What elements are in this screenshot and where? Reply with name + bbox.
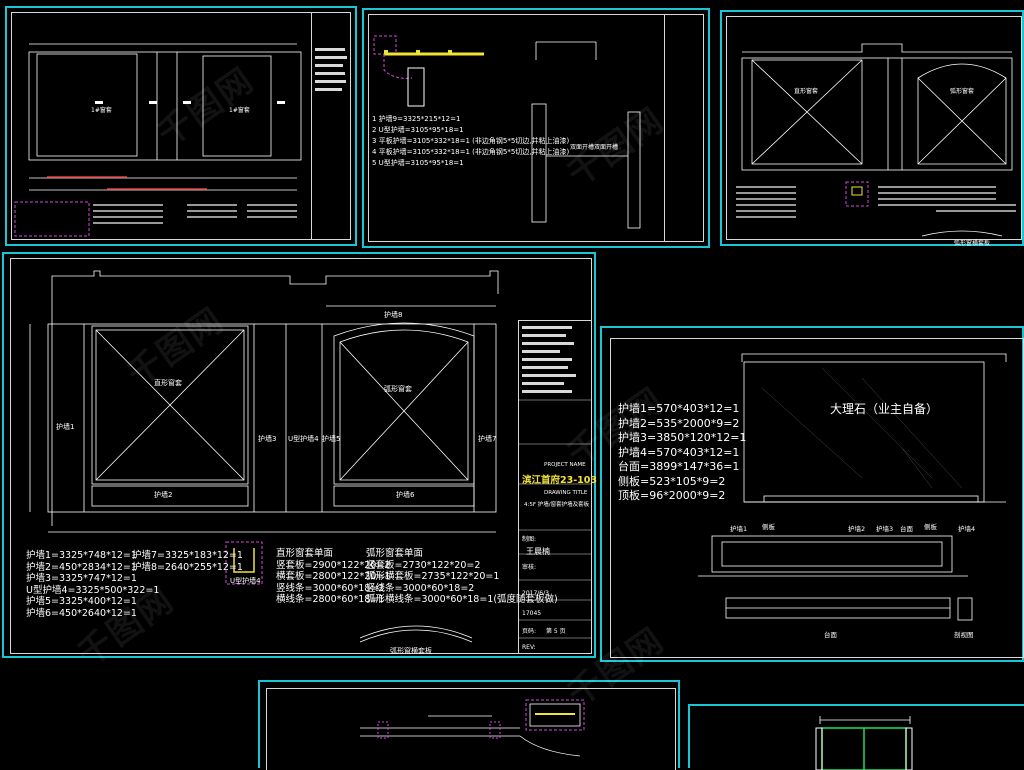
checker-label: 审核: bbox=[522, 564, 537, 571]
parts-list-walls-2: 护墙7=3325*183*12=1 护墙8=2640*255*12=1 bbox=[132, 550, 243, 573]
section-label: 护墙1 bbox=[730, 525, 748, 533]
parts-list-marble: 护墙1=570*403*12=1 护墙2=535*2000*9=2 护墙3=38… bbox=[618, 402, 746, 504]
wall-label: 护墙5 bbox=[322, 435, 341, 443]
section-label: 护墙4 bbox=[958, 525, 976, 533]
project-name-label: PROJECT NAME bbox=[544, 462, 586, 468]
revision-label: REV: bbox=[522, 644, 536, 651]
wall-label: U型护墙4 bbox=[288, 435, 319, 443]
parts-list-item: U型护墙4=3325*500*322=1 bbox=[26, 584, 160, 596]
drawing-code: 17045 bbox=[522, 610, 542, 617]
panel-label: 直形窗套 bbox=[794, 88, 819, 95]
section-label: 护墙2 bbox=[848, 525, 866, 533]
section-label: 双面开槽 bbox=[570, 144, 595, 151]
panel-label-arched: 弧形窗套 bbox=[384, 385, 412, 393]
caption: 弧形窗横套板 bbox=[954, 240, 991, 247]
elevation-drawing bbox=[815, 716, 913, 770]
parts-list-item: 4 平板护墙=3105*332*18=1 (非边角钢5*5切边,并粘上油漆) bbox=[372, 148, 570, 156]
panel-label: 1#窗套 bbox=[229, 107, 250, 114]
section-label: 护墙3 bbox=[876, 525, 894, 533]
wall-label: 护墙3 bbox=[258, 435, 277, 443]
section-label: 侧板 bbox=[762, 523, 775, 531]
parts-list-item: 2 U型护墙=3105*95*18=1 bbox=[372, 126, 464, 134]
drawing-sheet-top-middle[interactable]: 1 护墙9=3325*215*12=1 2 U型护墙=3105*95*18=1 … bbox=[362, 8, 710, 248]
parts-list-item: 护墙7=3325*183*12=1 bbox=[132, 550, 243, 561]
marble-label: 大理石（业主自备） bbox=[830, 402, 939, 416]
parts-list-item: 1 护墙9=3325*215*12=1 bbox=[372, 115, 461, 123]
page-label: 页码: bbox=[522, 628, 537, 635]
wall-label: 护墙6 bbox=[396, 491, 415, 499]
drawing-sheet-top-right[interactable]: 直形窗套 弧形窗套 弧形窗横套板 bbox=[720, 10, 1024, 247]
parts-list-item: 护墙3=3325*747*12=1 bbox=[26, 573, 137, 584]
wall-label: 护墙8 bbox=[384, 311, 403, 319]
elevation-drawing bbox=[14, 43, 347, 237]
page-number: 第 5 页 bbox=[546, 628, 566, 635]
section-drawing bbox=[360, 699, 585, 757]
parts-list-item: 弧形横套板=2735*122*20=1 bbox=[366, 571, 500, 582]
parts-list: 1 护墙9=3325*215*12=1 2 U型护墙=3105*95*18=1 … bbox=[372, 114, 569, 169]
wall-label: 护墙7 bbox=[478, 435, 497, 443]
detail-label: U型护墙4 bbox=[230, 577, 261, 585]
parts-list-item: 5 U型护墙=3105*95*18=1 bbox=[372, 159, 464, 167]
section-label: 侧板 bbox=[924, 523, 937, 531]
arc-caption: 弧形窗横套板 bbox=[390, 647, 432, 655]
section-label: 双面开槽 bbox=[594, 144, 619, 151]
project-name: 滨江首府23-103 bbox=[522, 475, 597, 486]
drawing-sheet-bottom-middle[interactable] bbox=[258, 680, 680, 770]
wall-label: 护墙2 bbox=[154, 491, 173, 499]
drawing-title: 4:5F 护墙/窗套护墙及套板 bbox=[524, 502, 590, 508]
parts-list-item: 3 平板护墙=3105*332*18=1 (非边角钢5*5切边,并粘上油漆) bbox=[372, 137, 570, 145]
section-label: 台面 bbox=[900, 525, 913, 533]
caption: 台面 bbox=[824, 631, 837, 639]
parts-list-item: 护墙5=3325*400*12=1 bbox=[26, 596, 137, 607]
drawing-sheet-bottom-right[interactable] bbox=[688, 704, 1024, 770]
parts-list-item: 护墙1=570*403*12=1 bbox=[618, 402, 740, 415]
drawing-sheet-main[interactable]: 直形窗套 弧形窗套 护墙1 护墙2 护墙3 U型护墙4 护墙5 护墙6 护墙7 … bbox=[2, 252, 597, 658]
caption: 剖视图 bbox=[954, 631, 974, 639]
drawing-sheet-top-left[interactable]: 1#窗套 1#窗套 bbox=[5, 6, 357, 246]
panel-label-straight: 直形窗套 bbox=[154, 379, 182, 387]
parts-list-item: 侧板=523*105*9=2 bbox=[618, 474, 726, 488]
elevation-drawing bbox=[736, 43, 1016, 237]
parts-list-item: 护墙8=2640*255*12=1 bbox=[132, 561, 243, 573]
parts-list-item: 护墙3=3850*120*12=1 bbox=[618, 431, 747, 444]
panel-label: 弧形窗套 bbox=[950, 88, 975, 95]
drawing-sheet-marble[interactable]: 护墙1=570*403*12=1 护墙2=535*2000*9=2 护墙3=38… bbox=[600, 326, 1024, 662]
drawing-title-label: DRAWING TITLE bbox=[544, 490, 588, 496]
parts-list-item: 台面=3899*147*36=1 bbox=[618, 460, 740, 473]
parts-list-item: 护墙4=570*403*12=1 bbox=[618, 445, 740, 459]
parts-list-item: 护墙2=535*2000*9=2 bbox=[618, 416, 740, 430]
drafter-label: 制图: bbox=[522, 536, 537, 543]
wall-label: 护墙1 bbox=[56, 423, 75, 431]
drafter-name: 王晨楠 bbox=[526, 547, 550, 556]
drawing-date: 2017/6/3 bbox=[522, 590, 549, 597]
panel-label: 1#窗套 bbox=[91, 107, 112, 114]
parts-list-item: 护墙6=450*2640*12=1 bbox=[26, 607, 137, 619]
parts-list-item: 顶板=96*2000*9=2 bbox=[618, 489, 726, 502]
